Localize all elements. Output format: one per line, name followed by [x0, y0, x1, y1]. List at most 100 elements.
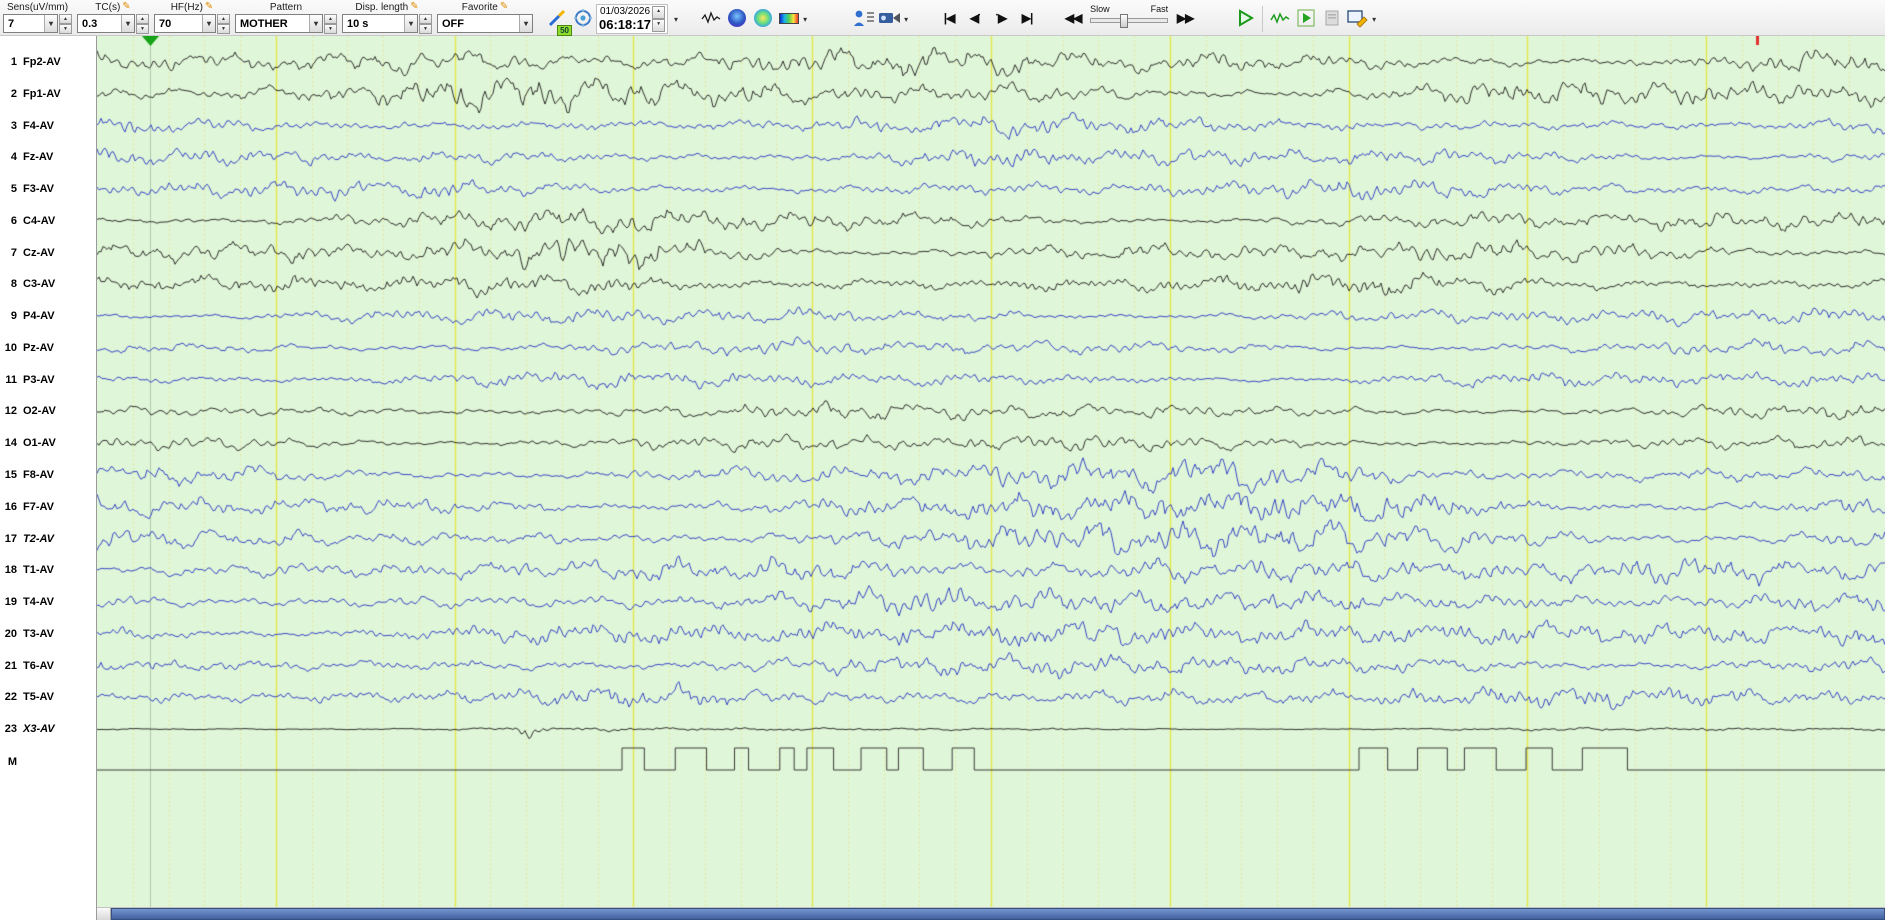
patient-info-button[interactable]	[851, 5, 877, 31]
chevron-down-icon[interactable]: ▾	[309, 15, 322, 32]
auto-advance-button[interactable]	[1293, 5, 1319, 31]
montage-edit-button[interactable]	[1345, 5, 1371, 31]
speed-slider-track[interactable]	[1090, 14, 1169, 28]
spectral-map-icon	[754, 9, 773, 27]
channel-label: Fp2-AV	[23, 56, 61, 68]
channel-row[interactable]: 9 P4-AV	[0, 308, 97, 324]
channel-row[interactable]: 18 T1-AV	[0, 562, 97, 578]
channel-label-gutter: 1 Fp2-AV 2 Fp1-AV 3 F4-AV 4 Fz-AV 5 F3-AV 6 C4-AV 7 C…	[0, 36, 97, 920]
spectral-map-button[interactable]	[750, 5, 776, 31]
scrollbar-thumb[interactable]	[111, 908, 1885, 920]
setup-gear-button[interactable]	[570, 5, 596, 31]
trend-waveform-icon	[1270, 12, 1290, 25]
channel-label: F4-AV	[23, 119, 54, 132]
display-length-label: Disp. length	[355, 2, 409, 13]
channel-row[interactable]: 8 C3-AV	[0, 276, 97, 292]
hf-label: HF(Hz)	[170, 2, 203, 13]
channel-row[interactable]: M	[0, 754, 97, 770]
next-page-icon: ▶	[998, 11, 1007, 25]
scroll-left-button[interactable]	[97, 908, 111, 920]
display-length-select[interactable]: 10 s ▾	[342, 14, 418, 33]
sensitivity-spinner[interactable]: ▲ ▼	[59, 14, 72, 34]
channel-row[interactable]: 12 O2-AV	[0, 403, 97, 419]
channel-number: 21	[4, 659, 17, 672]
channel-number: 10	[4, 341, 17, 354]
channel-number: 4	[10, 151, 17, 164]
sensitivity-select[interactable]: 7 ▾	[3, 14, 58, 33]
rewind-button[interactable]: ◀◀	[1060, 5, 1086, 31]
display-length-edit-pencil-icon[interactable]: ✎	[410, 0, 418, 13]
chevron-down-icon[interactable]: ▾	[404, 15, 417, 32]
pattern-spinner[interactable]: ▲ ▼	[324, 14, 337, 34]
channel-row[interactable]: 15 F8-AV	[0, 467, 97, 483]
horizontal-scrollbar[interactable]	[97, 907, 1885, 920]
next-page-button[interactable]: • ▶	[988, 5, 1014, 31]
hf-edit-pencil-icon[interactable]: ✎	[205, 0, 213, 13]
channel-label: F8-AV	[23, 469, 54, 481]
head-topography-icon	[728, 9, 747, 27]
channel-label: P4-AV	[23, 310, 55, 323]
channel-label: T2-AV	[23, 532, 54, 545]
channel-number: 15	[4, 469, 17, 481]
channel-row[interactable]: 5 F3-AV	[0, 181, 97, 197]
chevron-down-icon[interactable]: ▾	[121, 15, 134, 32]
channel-row[interactable]: 21 T6-AV	[0, 658, 97, 674]
time-spinner[interactable]: ▲ ▼	[652, 6, 666, 32]
channel-row[interactable]: 1 Fp2-AV	[0, 54, 97, 70]
video-button[interactable]	[877, 5, 903, 31]
maps-more-arrow[interactable]: ▾	[803, 15, 807, 24]
channel-row[interactable]: 7 Cz-AV	[0, 245, 97, 261]
video-more-arrow[interactable]: ▾	[904, 15, 908, 24]
channel-row[interactable]: 16 F7-AV	[0, 499, 97, 515]
chevron-down-icon[interactable]: ▾	[44, 15, 57, 32]
channel-row[interactable]: 14 O1-AV	[0, 435, 97, 451]
channel-number: 7	[10, 246, 17, 259]
channel-number: 16	[4, 500, 17, 513]
channel-row[interactable]: 3 F4-AV	[0, 118, 97, 134]
trend-view-button[interactable]	[1267, 5, 1293, 31]
rewind-icon: ◀◀	[1064, 11, 1082, 25]
pattern-select[interactable]: MOTHER ▾	[235, 14, 323, 33]
speed-slider-thumb[interactable]	[1119, 14, 1128, 28]
go-first-page-button[interactable]: |◀	[936, 5, 962, 31]
channel-number: 6	[10, 214, 17, 227]
display-length-spinner[interactable]: ▲ ▼	[419, 14, 432, 34]
channel-row[interactable]: 6 C4-AV	[0, 213, 97, 229]
patient-info-icon	[854, 10, 875, 26]
previous-page-button[interactable]: ◀ •	[962, 5, 988, 31]
channel-row[interactable]: 2 Fp1-AV	[0, 86, 97, 102]
head-topography-button[interactable]	[724, 5, 750, 31]
channel-row[interactable]: 4 Fz-AV	[0, 149, 97, 165]
channel-row[interactable]: 22 T5-AV	[0, 689, 97, 705]
datetime-more-arrow[interactable]: ▾	[674, 15, 678, 24]
fast-forward-button[interactable]: ▶▶	[1172, 5, 1198, 31]
channel-row[interactable]: 10 Pz-AV	[0, 340, 97, 356]
tc-edit-pencil-icon[interactable]: ✎	[122, 0, 130, 13]
play-button[interactable]	[1232, 5, 1258, 31]
go-last-page-button[interactable]: ▶|	[1014, 5, 1040, 31]
channel-row[interactable]: 17 T2-AV	[0, 531, 97, 547]
channel-label: F7-AV	[23, 500, 54, 513]
colormap-button[interactable]	[776, 5, 802, 31]
favorite-value: OFF	[442, 17, 464, 30]
hf-select[interactable]: 70 ▾	[154, 14, 216, 33]
favorite-edit-pencil-icon[interactable]: ✎	[500, 0, 508, 13]
channel-row[interactable]: 20 T3-AV	[0, 626, 97, 642]
previous-page-icon: ◀	[969, 11, 979, 25]
channel-number: 20	[4, 627, 17, 640]
hf-spinner[interactable]: ▲ ▼	[217, 14, 230, 34]
waveform-mini-button[interactable]	[698, 5, 724, 31]
channel-row[interactable]: 23 X3-AV	[0, 721, 97, 737]
annotation-pen-button[interactable]: 50	[544, 5, 572, 36]
favorite-select[interactable]: OFF ▾	[437, 14, 533, 33]
channel-row[interactable]: 11 P3-AV	[0, 372, 97, 388]
tools-more-arrow[interactable]: ▾	[1372, 15, 1376, 24]
tc-spinner[interactable]: ▲ ▼	[136, 14, 149, 34]
eeg-waveform-canvas[interactable]	[97, 36, 1885, 907]
chevron-down-icon[interactable]: ▾	[519, 15, 532, 32]
tc-select[interactable]: 0.3 ▾	[77, 14, 135, 33]
time-display: 06:18:17	[599, 17, 652, 32]
channel-row[interactable]: 19 T4-AV	[0, 594, 97, 610]
chevron-down-icon[interactable]: ▾	[202, 15, 215, 32]
channel-label: P3-AV	[23, 373, 55, 386]
